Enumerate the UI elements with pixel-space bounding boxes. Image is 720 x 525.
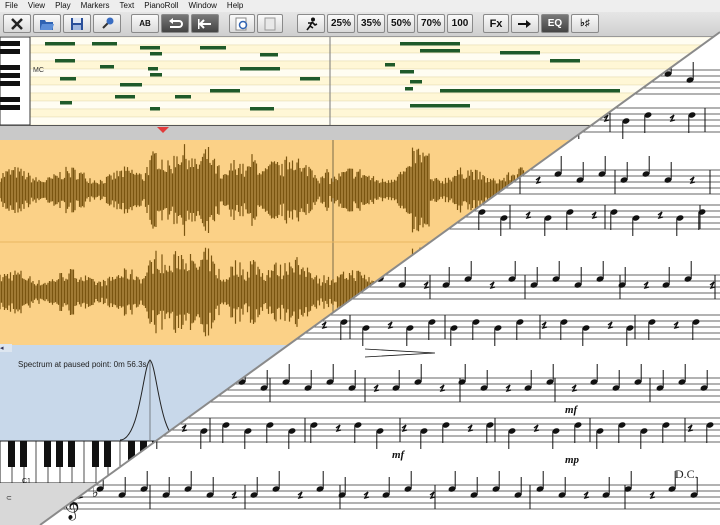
note-head — [554, 77, 562, 83]
note-head — [556, 112, 564, 118]
note-head — [598, 77, 606, 83]
note-head — [444, 177, 452, 183]
dynamic-marking: mp — [565, 454, 580, 466]
note-head — [620, 71, 628, 77]
keyboard-c1-label: C1 — [22, 478, 31, 485]
note-head — [510, 171, 518, 177]
rest — [537, 114, 544, 123]
rest — [469, 176, 476, 185]
rest — [357, 281, 364, 290]
tuplet-number-2: 3 — [286, 277, 292, 287]
note-head — [156, 428, 164, 434]
dc-marking: D.C. — [675, 467, 698, 481]
note-head — [488, 177, 496, 183]
note-head — [434, 209, 442, 215]
note-head — [296, 319, 304, 325]
note-head — [134, 422, 142, 428]
dynamic-marking: mf — [392, 449, 406, 461]
note-head — [274, 325, 282, 331]
dynamic-marking: mf — [565, 404, 579, 416]
score-sheet: 𝄞♭mfmfmp33 — [39, 31, 720, 525]
app-window: File View Play Markers Text PianoRoll Window He… — [0, 0, 720, 525]
note-head — [194, 379, 202, 385]
rest — [219, 384, 226, 393]
rest — [579, 76, 586, 85]
note-head — [578, 118, 586, 124]
